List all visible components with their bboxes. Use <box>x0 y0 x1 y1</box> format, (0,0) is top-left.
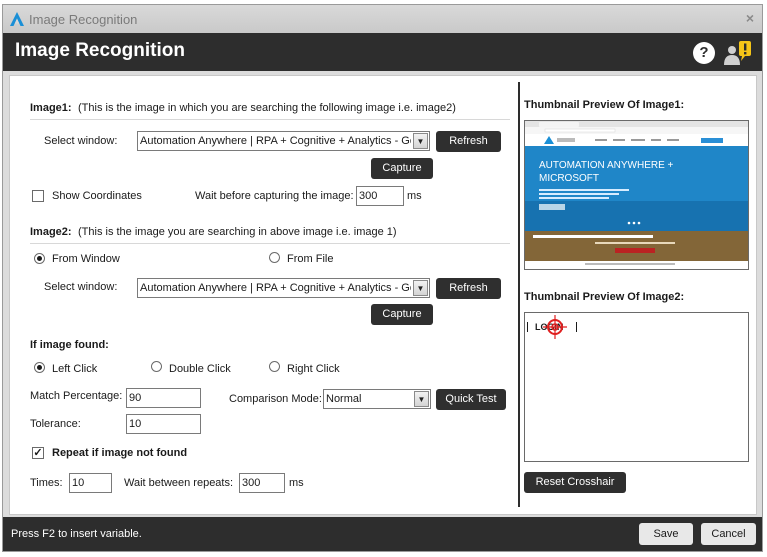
help-icon[interactable]: ? <box>693 42 715 64</box>
image2-select-window-value: Automation Anywhere | RPA + Cognitive + … <box>140 282 411 294</box>
show-coordinates-label: Show Coordinates <box>52 190 142 202</box>
thumbnail-image1-screenshot: AUTOMATION ANYWHERE + MICROSOFT <box>525 121 748 269</box>
comparison-mode-value: Normal <box>326 393 362 405</box>
image1-capture-button[interactable]: Capture <box>371 158 433 179</box>
image2-select-window-label: Select window: <box>44 281 118 293</box>
image1-select-window-dropdown[interactable]: Automation Anywhere | RPA + Cognitive + … <box>137 131 430 151</box>
comparison-mode-label: Comparison Mode: <box>229 393 322 405</box>
section-divider <box>518 82 520 507</box>
thumbnail-image1-preview[interactable]: AUTOMATION ANYWHERE + MICROSOFT <box>524 120 749 270</box>
wait-between-repeats-label: Wait between repeats: <box>124 477 234 489</box>
match-percentage-input[interactable]: 90 <box>126 388 201 408</box>
wait-between-repeats-unit: ms <box>289 477 304 489</box>
wait-between-repeats-input[interactable]: 300 <box>239 473 285 493</box>
image2-heading: Image2: <box>30 226 72 238</box>
show-coordinates-checkbox[interactable] <box>32 190 44 202</box>
image1-refresh-button[interactable]: Refresh <box>436 131 501 152</box>
image2-refresh-button[interactable]: Refresh <box>436 278 501 299</box>
image1-select-window-value: Automation Anywhere | RPA + Cognitive + … <box>140 135 411 147</box>
thumbnail-image2-crop: LOGIN <box>525 313 748 461</box>
double-click-label: Double Click <box>169 363 231 375</box>
thumbnail-image2-title: Thumbnail Preview Of Image2: <box>524 291 685 303</box>
times-input[interactable]: 10 <box>69 473 112 493</box>
image1-separator <box>30 119 510 120</box>
if-image-found-heading: If image found: <box>30 339 109 351</box>
image1-select-window-label: Select window: <box>44 135 118 147</box>
dropdown-arrow-icon[interactable]: ▼ <box>413 280 428 296</box>
dialog-header: Image Recognition ? <box>3 33 762 71</box>
reset-crosshair-button[interactable]: Reset Crosshair <box>524 472 626 493</box>
save-button[interactable]: Save <box>639 523 693 545</box>
tolerance-label: Tolerance: <box>30 418 81 430</box>
dialog-title: Image Recognition <box>15 40 185 61</box>
comparison-mode-dropdown[interactable]: Normal ▼ <box>323 389 431 409</box>
from-window-label: From Window <box>52 253 120 265</box>
from-file-label: From File <box>287 253 334 265</box>
left-click-label: Left Click <box>52 363 98 375</box>
image2-description: (This is the image you are searching in … <box>78 226 397 238</box>
wait-before-capture-unit: ms <box>407 190 422 202</box>
dropdown-arrow-icon[interactable]: ▼ <box>414 391 429 407</box>
image2-separator <box>30 243 510 244</box>
from-file-radio[interactable] <box>269 252 280 263</box>
thumbnail-image1-title: Thumbnail Preview Of Image1: <box>524 99 685 111</box>
thumbnail-banner-line2: MICROSOFT <box>539 173 599 184</box>
image2-capture-button[interactable]: Capture <box>371 304 433 325</box>
dialog-footer: Press F2 to insert variable. Save Cancel <box>3 517 762 551</box>
tolerance-input[interactable]: 10 <box>126 414 201 434</box>
window-titlebar: Image Recognition × <box>3 5 762 33</box>
quick-test-button[interactable]: Quick Test <box>436 389 506 410</box>
wait-before-capture-label: Wait before capturing the image: <box>195 190 354 202</box>
image1-description: (This is the image in which you are sear… <box>78 102 456 114</box>
close-icon[interactable]: × <box>746 10 754 26</box>
left-click-radio[interactable] <box>34 362 45 373</box>
thumbnail-image2-preview[interactable]: LOGIN <box>524 312 749 462</box>
image-recognition-window: Image Recognition × Image Recognition ? … <box>2 4 763 552</box>
right-click-radio[interactable] <box>269 361 280 372</box>
thumbnail-banner-line1: AUTOMATION ANYWHERE + <box>539 160 674 171</box>
dropdown-arrow-icon[interactable]: ▼ <box>413 133 428 149</box>
user-alert-icon[interactable] <box>721 39 753 67</box>
from-window-radio[interactable] <box>34 253 45 264</box>
f2-hint: Press F2 to insert variable. <box>11 528 142 540</box>
times-label: Times: <box>30 477 63 489</box>
image2-select-window-dropdown[interactable]: Automation Anywhere | RPA + Cognitive + … <box>137 278 430 298</box>
repeat-if-not-found-label: Repeat if image not found <box>52 447 188 459</box>
right-click-label: Right Click <box>287 363 340 375</box>
wait-before-capture-input[interactable]: 300 <box>356 186 404 206</box>
cancel-button[interactable]: Cancel <box>701 523 756 545</box>
window-title: Image Recognition <box>29 12 138 27</box>
match-percentage-label: Match Percentage: <box>30 390 123 402</box>
image1-heading: Image1: <box>30 102 72 114</box>
dialog-content: Image1: (This is the image in which you … <box>9 75 757 515</box>
double-click-radio[interactable] <box>151 361 162 372</box>
repeat-if-not-found-checkbox[interactable]: ✓ <box>32 447 44 459</box>
automation-anywhere-logo-icon <box>10 12 24 26</box>
